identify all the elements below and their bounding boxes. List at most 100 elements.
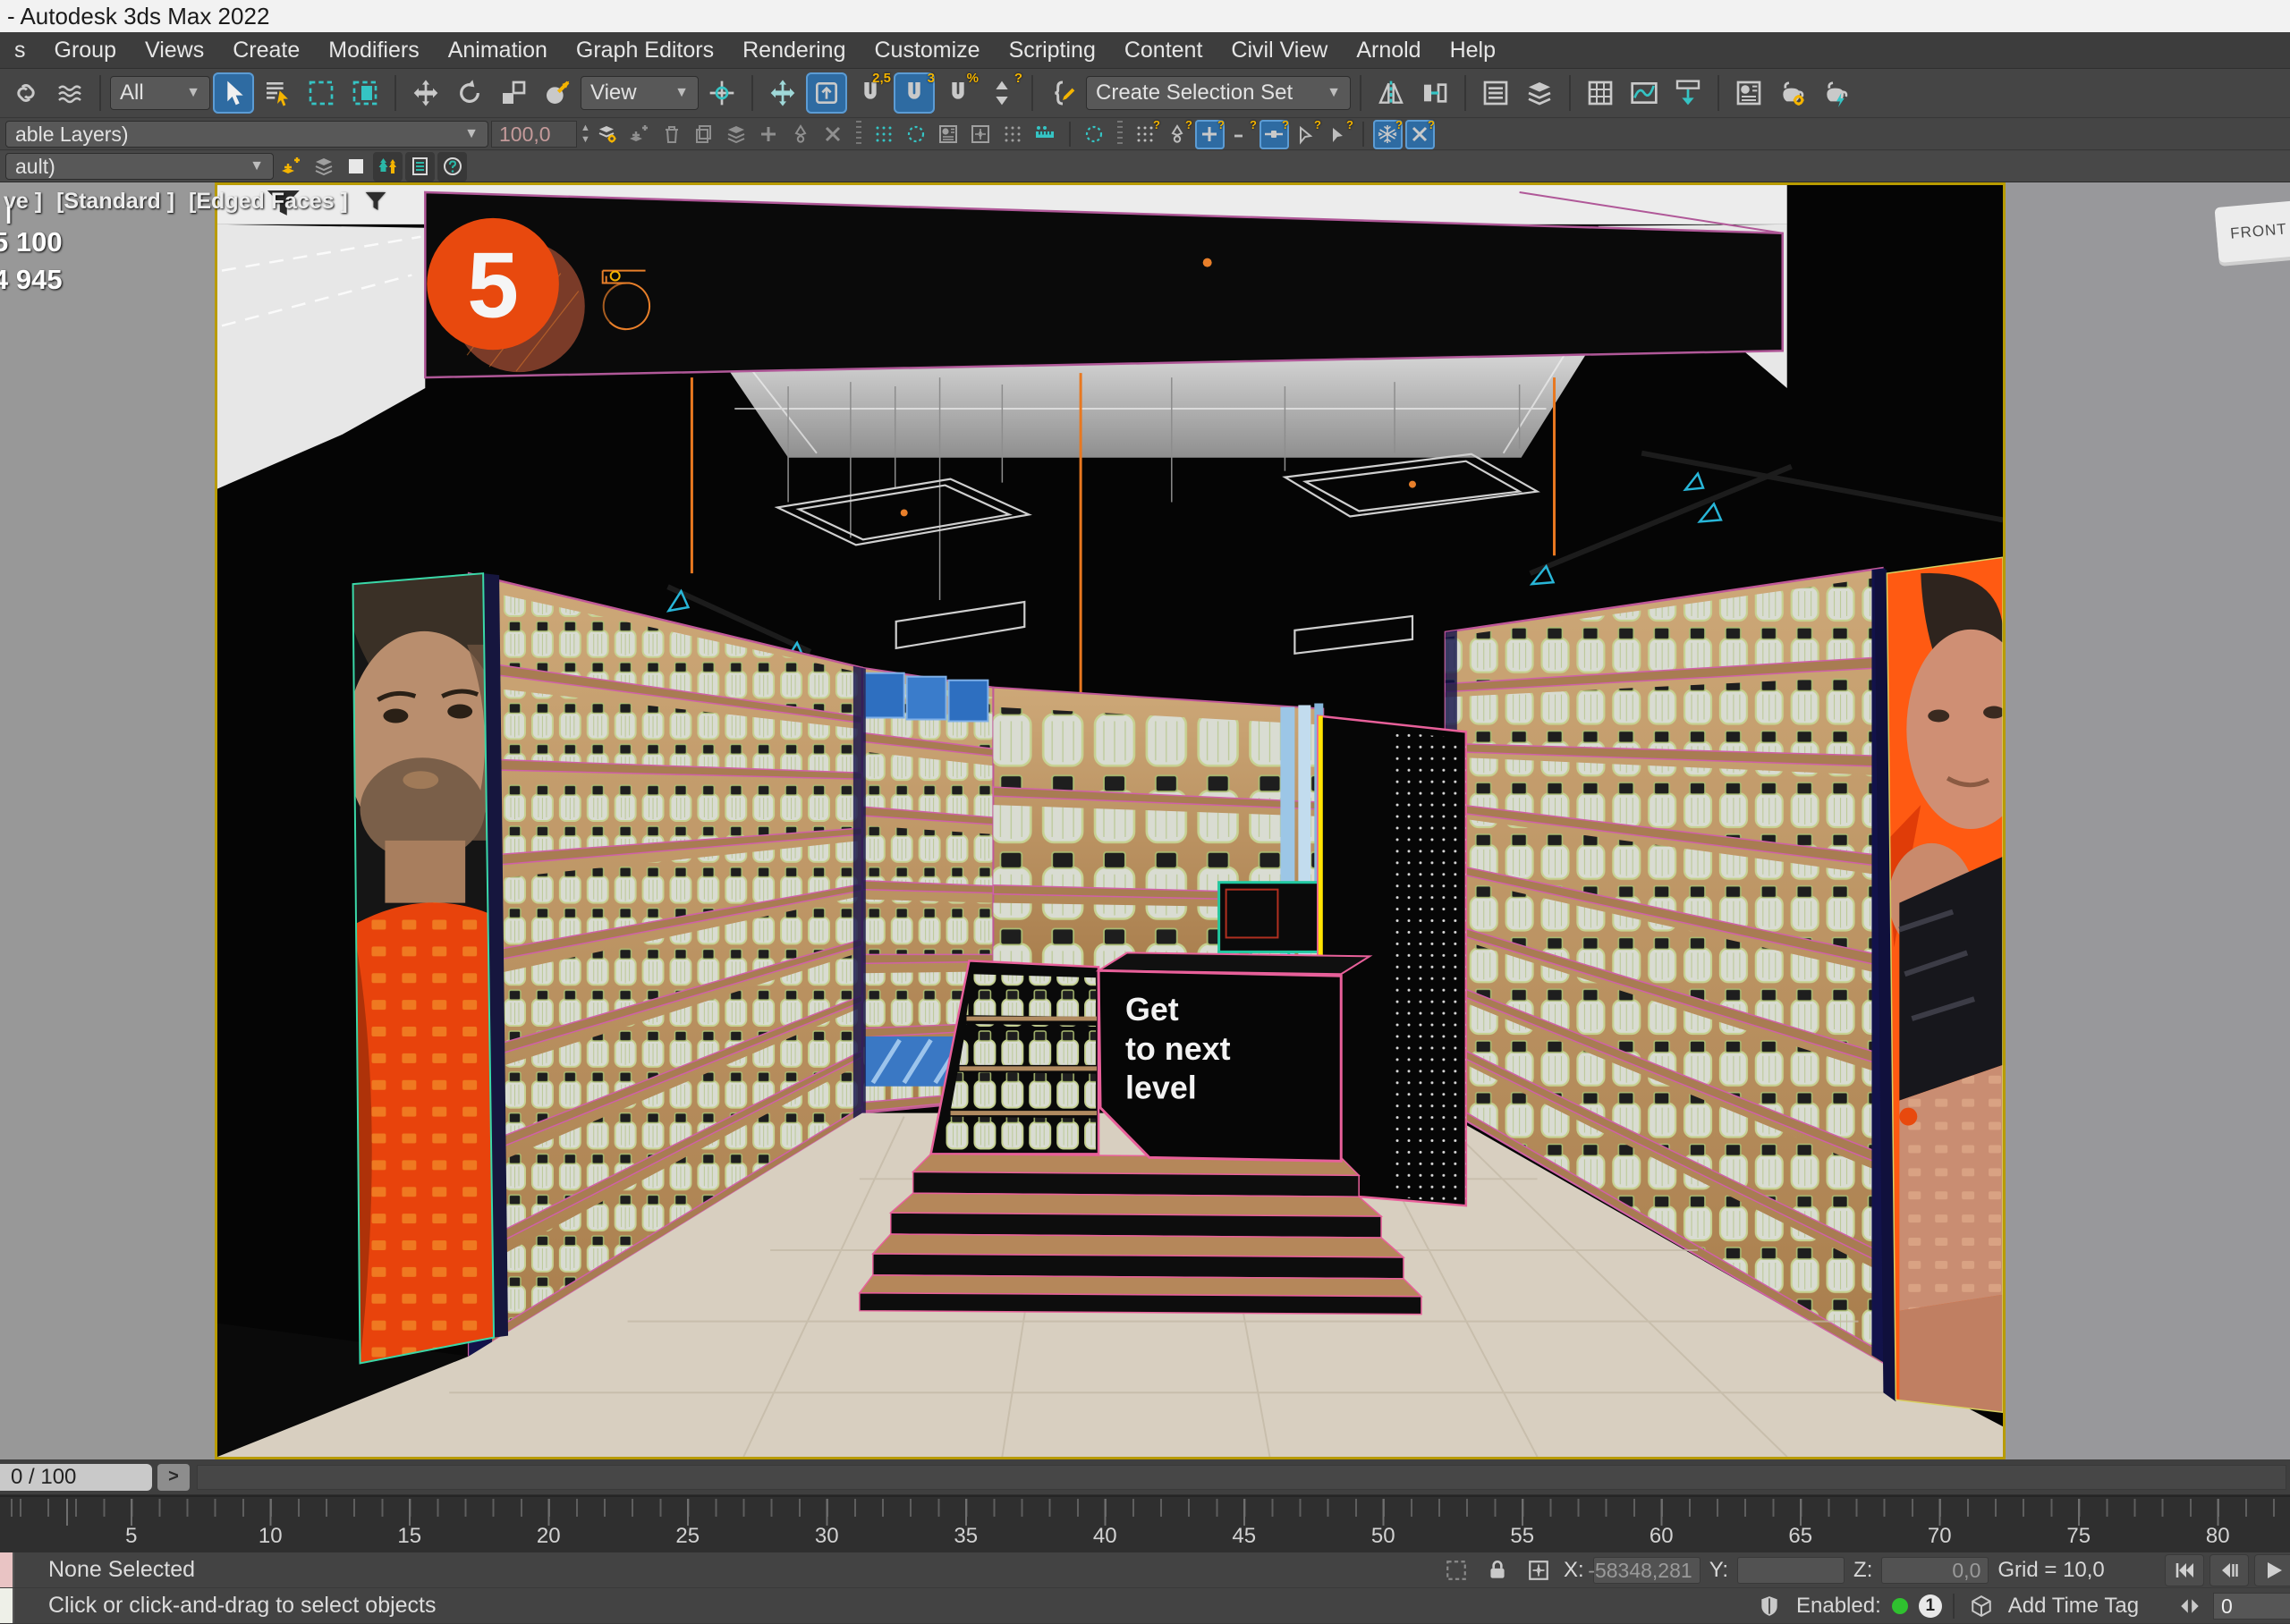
- percent-snap-toggle-icon[interactable]: %: [937, 72, 979, 114]
- menu-item[interactable]: Arnold: [1342, 32, 1435, 68]
- select-and-rotate-button[interactable]: [449, 72, 490, 114]
- mirror-button[interactable]: [1370, 72, 1412, 114]
- cube-icon[interactable]: [1965, 1590, 1997, 1622]
- select-and-place-button[interactable]: [537, 72, 578, 114]
- add-time-tag[interactable]: Add Time Tag: [2008, 1594, 2139, 1619]
- left-viewport-partial[interactable]: [0, 182, 215, 1459]
- maxscript-mini-listener-white[interactable]: [0, 1588, 14, 1623]
- viewcube-front-face[interactable]: FRONT: [2229, 220, 2287, 242]
- freeze-question-button[interactable]: ?: [1373, 120, 1403, 149]
- toggle-scene-explorer-button[interactable]: [1475, 72, 1516, 114]
- white-swatch[interactable]: [341, 152, 370, 182]
- spinner-arrows-icon[interactable]: ▲▼: [577, 123, 590, 146]
- go-to-start-button[interactable]: [2165, 1554, 2204, 1586]
- y-coordinate-field[interactable]: [1737, 1557, 1845, 1584]
- align-button[interactable]: [1414, 72, 1455, 114]
- schematic-view-button[interactable]: [1667, 72, 1709, 114]
- align-to-view-icon[interactable]: [966, 120, 996, 149]
- named-selection-sets-dropdown[interactable]: Create Selection Set▼: [1086, 76, 1351, 110]
- material-editor-button[interactable]: [1728, 72, 1769, 114]
- menu-item[interactable]: Scripting: [995, 32, 1110, 68]
- menu-item[interactable]: Graph Editors: [562, 32, 728, 68]
- layer-hierarchy-icon[interactable]: [786, 120, 816, 149]
- spinner-snap-toggle-icon[interactable]: ?: [981, 72, 1022, 114]
- keyboard-shortcut-override-button[interactable]: [806, 72, 847, 114]
- toggle-layer-explorer-button[interactable]: [1519, 72, 1560, 114]
- use-pivot-point-button[interactable]: [701, 72, 742, 114]
- time-slider-track[interactable]: [197, 1465, 2286, 1490]
- render-setup-button[interactable]: [1772, 72, 1813, 114]
- toggle-ribbon-button[interactable]: [1580, 72, 1621, 114]
- menu-item[interactable]: Views: [131, 32, 218, 68]
- absolute-offset-mode-icon[interactable]: [1522, 1554, 1555, 1586]
- menu-item[interactable]: Modifiers: [314, 32, 433, 68]
- select-by-name-button[interactable]: [257, 72, 298, 114]
- select-and-manipulate-button[interactable]: [762, 72, 803, 114]
- viewport-edged-faces-label[interactable]: [Edged Faces ]: [189, 189, 348, 215]
- arrow-outline-question-icon[interactable]: ?: [1292, 120, 1321, 149]
- shield-icon[interactable]: [1753, 1590, 1785, 1622]
- minus-question-icon[interactable]: ?: [1227, 120, 1257, 149]
- menu-item[interactable]: Rendering: [728, 32, 860, 68]
- transform-value-spinner[interactable]: 100,0▲▼: [491, 121, 590, 148]
- select-and-link-icon[interactable]: [5, 72, 47, 114]
- snaps-toggle-button[interactable]: 3: [894, 72, 935, 114]
- next-frame-button[interactable]: >: [157, 1464, 190, 1491]
- arrow-filled-question-icon[interactable]: ?: [1324, 120, 1353, 149]
- enabled-count-badge[interactable]: 1: [1919, 1594, 1942, 1618]
- menu-item[interactable]: Group: [40, 32, 131, 68]
- select-and-scale-button[interactable]: [493, 72, 534, 114]
- menu-item[interactable]: Create: [218, 32, 314, 68]
- maxscript-listener-button[interactable]: [405, 152, 435, 182]
- slider-question-button[interactable]: ?: [1260, 120, 1289, 149]
- window-crossing-toggle[interactable]: [344, 72, 386, 114]
- select-object-button[interactable]: [213, 72, 254, 114]
- timeline-ruler[interactable]: 5101520253035404550556065707580: [0, 1495, 2290, 1552]
- scene-security-trees-button[interactable]: [373, 152, 403, 182]
- previous-frame-button[interactable]: [2209, 1554, 2249, 1586]
- menu-item[interactable]: Civil View: [1217, 32, 1342, 68]
- default-preset-dropdown[interactable]: ault)▼: [5, 153, 274, 180]
- maxscript-mini-listener-pink[interactable]: [0, 1552, 14, 1587]
- layer-hide-icon[interactable]: [818, 120, 848, 149]
- frame-spinner-arrows-icon[interactable]: [2174, 1590, 2206, 1622]
- viewport-filter-funnel-icon[interactable]: [362, 188, 389, 215]
- z-coordinate-field[interactable]: 0,0: [1881, 1557, 1989, 1584]
- menu-item[interactable]: s: [0, 32, 40, 68]
- edit-working-pivot-icon[interactable]: [934, 120, 963, 149]
- viewport-standard-label[interactable]: [Standard ]: [56, 189, 174, 215]
- selection-region-icon[interactable]: [1440, 1554, 1472, 1586]
- help-button[interactable]: [437, 152, 467, 182]
- poster-man[interactable]: [346, 570, 512, 1371]
- viewport-label[interactable]: ve ] [Standard ] [Edged Faces ]: [4, 188, 389, 215]
- poster-woman[interactable]: [1874, 554, 2003, 1414]
- soft-selection-ring-icon[interactable]: [1080, 120, 1109, 149]
- set-current-layer-icon[interactable]: [754, 120, 784, 149]
- render-production-button[interactable]: [1816, 72, 1857, 114]
- add-selection-to-layer-icon[interactable]: [690, 120, 719, 149]
- bind-to-space-warp-icon[interactable]: [49, 72, 90, 114]
- viewcube[interactable]: FRONT: [2214, 200, 2290, 263]
- snap-center-icon[interactable]: [902, 120, 931, 149]
- menu-item[interactable]: Content: [1110, 32, 1217, 68]
- select-and-move-button[interactable]: [405, 72, 446, 114]
- x-question-button[interactable]: ?: [1405, 120, 1435, 149]
- rectangular-selection-region-button[interactable]: [301, 72, 342, 114]
- time-slider-handle[interactable]: 0 / 100: [0, 1464, 152, 1491]
- curve-editor-button[interactable]: [1624, 72, 1665, 114]
- grid-question-icon[interactable]: ?: [1131, 120, 1160, 149]
- delete-layer-icon[interactable]: [657, 120, 687, 149]
- selection-filter-dropdown[interactable]: All▼: [110, 76, 210, 110]
- menu-item[interactable]: Help: [1436, 32, 1510, 68]
- menu-item[interactable]: Animation: [434, 32, 562, 68]
- bone-question-icon[interactable]: ?: [1163, 120, 1192, 149]
- selection-lock-icon[interactable]: [1481, 1554, 1514, 1586]
- create-new-layer-icon[interactable]: [625, 120, 655, 149]
- current-frame-field[interactable]: 0: [2213, 1593, 2290, 1620]
- layer-manager-button[interactable]: [593, 120, 623, 149]
- snaps-toggle-25d-icon[interactable]: 2,5: [850, 72, 891, 114]
- grid-points-icon[interactable]: [998, 120, 1028, 149]
- menu-item[interactable]: Customize: [860, 32, 994, 68]
- edit-named-selection-sets-button[interactable]: [1042, 72, 1083, 114]
- measure-distance-icon[interactable]: [1030, 120, 1060, 149]
